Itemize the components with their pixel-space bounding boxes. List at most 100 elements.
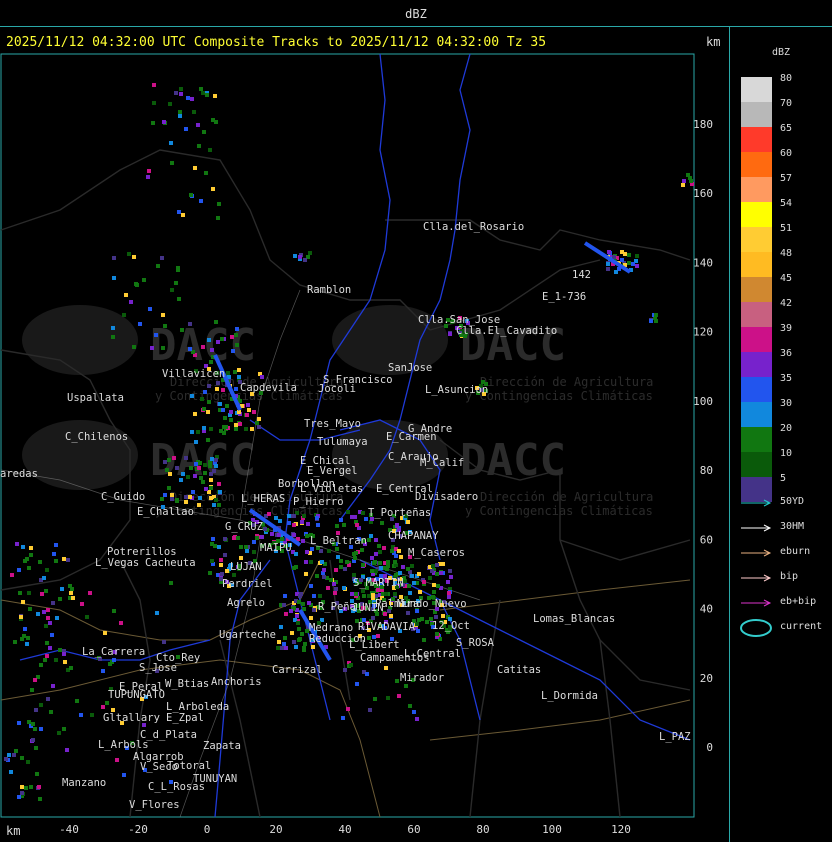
echo-pixel — [250, 427, 254, 431]
echo-pixel — [150, 346, 154, 350]
echo-pixel — [170, 288, 174, 292]
place-label: Clla.del_Rosario — [423, 221, 524, 233]
x-tick-label: 60 — [407, 823, 420, 836]
echo-pixel — [62, 557, 66, 561]
echo-pixel — [169, 141, 173, 145]
place-label: E_Challao — [137, 506, 194, 518]
echo-pixel — [322, 575, 326, 579]
echo-pixel — [216, 216, 220, 220]
echo-pixel — [209, 486, 213, 490]
echo-pixel — [55, 616, 59, 620]
echo-pixel — [45, 654, 49, 658]
echo-pixel — [33, 678, 37, 682]
echo-pixel — [101, 669, 105, 673]
echo-pixel — [287, 514, 291, 518]
echo-pixel — [198, 461, 202, 465]
echo-pixel — [334, 568, 338, 572]
echo-pixel — [217, 482, 221, 486]
echo-pixel — [449, 575, 453, 579]
echo-pixel — [311, 645, 315, 649]
place-label: Lomas_Blancas — [533, 613, 615, 625]
echo-pixel — [280, 537, 284, 541]
place-label: E_Zpal — [166, 712, 204, 724]
echo-pixel — [223, 537, 227, 541]
echo-pixel — [244, 427, 248, 431]
echo-pixel — [343, 567, 347, 571]
echo-pixel — [230, 335, 234, 339]
echo-pixel — [218, 490, 222, 494]
echo-pixel — [154, 333, 158, 337]
echo-pixel — [377, 544, 381, 548]
legend-label: 30 — [780, 398, 793, 409]
echo-pixel — [298, 637, 302, 641]
echo-pixel — [620, 258, 624, 262]
y-tick-label: 0 — [706, 741, 713, 754]
echo-pixel — [161, 346, 165, 350]
place-label: Uspallata — [67, 392, 124, 404]
echo-pixel — [407, 584, 411, 588]
radar-map[interactable]: DACCDirección de Agriculturay Contingenc… — [0, 0, 832, 842]
echo-pixel — [17, 721, 21, 725]
echo-pixel — [80, 602, 84, 606]
watermark-line1: Dirección de Agricultura — [480, 375, 653, 389]
echo-pixel — [34, 746, 38, 750]
legend-swatch — [741, 227, 772, 252]
echo-pixel — [188, 495, 192, 499]
echo-pixel — [229, 410, 233, 414]
echo-pixel — [33, 727, 37, 731]
echo-pixel — [304, 572, 308, 576]
echo-pixel — [194, 440, 198, 444]
echo-pixel — [189, 193, 193, 197]
echo-pixel — [606, 262, 610, 266]
place-label: 142 — [572, 269, 591, 281]
echo-pixel — [194, 462, 198, 466]
echo-pixel — [156, 264, 160, 268]
echo-pixel — [199, 199, 203, 203]
echo-pixel — [4, 757, 8, 761]
echo-pixel — [197, 144, 201, 148]
echo-pixel — [177, 210, 181, 214]
echo-pixel — [237, 410, 241, 414]
echo-pixel — [226, 371, 230, 375]
echo-pixel — [175, 499, 179, 503]
echo-pixel — [232, 573, 236, 577]
place-label: Jocoli — [318, 383, 356, 395]
track-legend-label: current — [780, 621, 823, 632]
echo-pixel — [48, 621, 52, 625]
echo-pixel — [274, 516, 278, 520]
echo-pixel — [237, 375, 241, 379]
echo-pixel — [339, 518, 343, 522]
echo-pixel — [103, 631, 107, 635]
echo-pixel — [63, 660, 67, 664]
echo-pixel — [213, 94, 217, 98]
echo-pixel — [179, 87, 183, 91]
legend-label: 51 — [780, 223, 793, 234]
echo-pixel — [129, 300, 133, 304]
place-label: Totoral — [167, 760, 211, 772]
echo-pixel — [441, 614, 445, 618]
echo-pixel — [432, 590, 436, 594]
echo-pixel — [332, 582, 336, 586]
echo-pixel — [201, 480, 205, 484]
echo-pixel — [382, 546, 386, 550]
echo-pixel — [179, 92, 183, 96]
echo-pixel — [327, 549, 331, 553]
legend-swatch — [741, 427, 772, 452]
echo-pixel — [27, 566, 31, 570]
echo-pixel — [312, 594, 316, 598]
echo-pixel — [654, 319, 658, 323]
place-label: LUJAN — [230, 561, 262, 573]
echo-pixel — [122, 313, 126, 317]
echo-pixel — [278, 519, 282, 523]
echo-pixel — [232, 536, 236, 540]
watermark-line2: y Contingencias Climáticas — [465, 504, 653, 518]
echo-pixel — [394, 554, 398, 558]
echo-pixel — [201, 91, 205, 95]
legend-title: dBZ — [772, 47, 791, 58]
echo-pixel — [379, 566, 383, 570]
place-label: TUNUYAN — [193, 773, 237, 785]
echo-pixel — [312, 608, 316, 612]
echo-pixel — [184, 456, 188, 460]
echo-pixel — [416, 629, 420, 633]
echo-pixel — [315, 516, 319, 520]
